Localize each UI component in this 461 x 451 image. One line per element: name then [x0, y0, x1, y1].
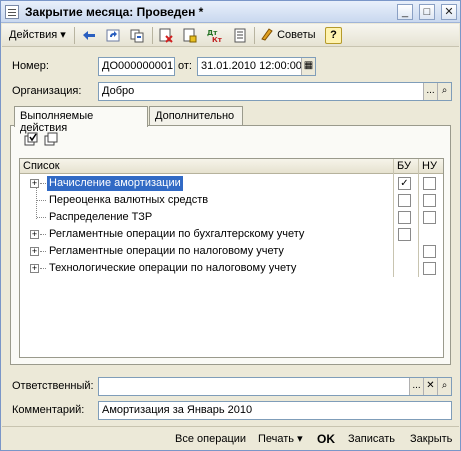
tree-connector: [40, 234, 46, 235]
comment-field[interactable]: Амортизация за Январь 2010: [98, 401, 452, 420]
tree-connector: [40, 183, 46, 184]
bu-checkbox[interactable]: ✓: [398, 177, 411, 190]
close-window-button[interactable]: ✕: [441, 4, 457, 20]
tab-actions[interactable]: Выполняемые действия: [14, 106, 148, 134]
nu-checkbox[interactable]: [423, 211, 436, 224]
responsible-label: Ответственный:: [12, 380, 94, 392]
nu-checkbox[interactable]: [423, 262, 436, 275]
column-header-list[interactable]: Список: [20, 159, 393, 174]
comment-label: Комментарий:: [12, 404, 85, 416]
tips-button[interactable]: Советы: [260, 27, 316, 44]
tree-connector: [37, 200, 46, 201]
table-row[interactable]: + Технологические операции по налоговому…: [20, 260, 443, 277]
tab-panel: Список БУ НУ + Начисление амортизации ✓ …: [10, 125, 451, 365]
date-field[interactable]: 31.01.2010 12:00:00 ▦: [197, 57, 316, 76]
bu-checkbox[interactable]: [398, 194, 411, 207]
tips-icon: [261, 28, 273, 41]
title-bar[interactable]: Закрытие месяца: Проведен * _ □ ✕: [1, 1, 460, 23]
tab-additional[interactable]: Дополнительно: [149, 106, 243, 126]
bottom-button-bar: Все операции Печать ▾ OK Записать Закрыт…: [2, 426, 459, 450]
document-window: Закрытие месяца: Проведен * _ □ ✕ Действ…: [0, 0, 461, 451]
tips-label: Советы: [277, 29, 316, 41]
column-header-nu[interactable]: НУ: [419, 159, 443, 174]
row-label: Технологические операции по налоговому у…: [49, 262, 297, 274]
delete-doc-icon[interactable]: [157, 27, 175, 44]
table-row[interactable]: + Начисление амортизации ✓: [20, 175, 443, 192]
table-row[interactable]: Распределение ТЗР: [20, 209, 443, 226]
table-row[interactable]: + Регламентные операции по бухгалтерском…: [20, 226, 443, 243]
row-label: Распределение ТЗР: [49, 211, 153, 223]
number-field[interactable]: ДО000000001: [98, 57, 175, 76]
table-row[interactable]: Переоценка валютных средств: [20, 192, 443, 209]
date-value: 31.01.2010 12:00:00: [201, 60, 302, 72]
search-icon[interactable]: ⌕: [437, 378, 451, 395]
tree-connector: [37, 217, 46, 218]
clear-icon[interactable]: ✕: [423, 378, 437, 395]
arrow-left-icon[interactable]: [80, 27, 98, 44]
document-icon: [5, 5, 19, 19]
row-label: Начисление амортизации: [47, 176, 183, 191]
expand-icon[interactable]: +: [30, 230, 39, 239]
expand-icon[interactable]: +: [30, 264, 39, 273]
number-label: Номер:: [12, 60, 49, 72]
row-label: Регламентные операции по налоговому учет…: [49, 245, 284, 257]
help-button[interactable]: ?: [325, 27, 342, 44]
row-label: Регламентные операции по бухгалтерскому …: [49, 228, 305, 240]
date-label: от:: [178, 60, 192, 72]
ok-button[interactable]: OK: [314, 431, 338, 448]
minimize-button[interactable]: _: [397, 4, 413, 20]
table-row[interactable]: + Регламентные операции по налоговому уч…: [20, 243, 443, 260]
report-icon[interactable]: [231, 27, 249, 44]
save-button[interactable]: Записать: [345, 431, 398, 448]
nu-checkbox[interactable]: [423, 177, 436, 190]
maximize-button[interactable]: □: [419, 4, 435, 20]
toolbar-separator: [74, 27, 75, 44]
toolbar: Действия ▾ Дт Кт Советы ?: [2, 24, 459, 47]
uncheck-all-icon[interactable]: [44, 132, 60, 146]
organization-label: Организация:: [12, 85, 82, 97]
tree-connector: [40, 251, 46, 252]
organization-value: Добро: [102, 85, 135, 97]
actions-menu-button[interactable]: Действия ▾: [5, 26, 70, 45]
row-label: Переоценка валютных средств: [49, 194, 209, 206]
copy-icon[interactable]: [128, 27, 146, 44]
tree-connector: [40, 268, 46, 269]
print-label: Печать: [258, 433, 295, 445]
svg-text:Кт: Кт: [212, 36, 222, 43]
post-doc-icon[interactable]: [181, 27, 199, 44]
close-button[interactable]: Закрыть: [407, 431, 455, 448]
responsible-field[interactable]: ... ✕ ⌕: [98, 377, 452, 396]
check-all-icon[interactable]: [24, 132, 40, 146]
table-header: Список БУ НУ: [20, 159, 443, 174]
column-header-bu[interactable]: БУ: [394, 159, 418, 174]
window-title: Закрытие месяца: Проведен *: [25, 5, 204, 19]
toolbar-separator: [152, 27, 153, 44]
chevron-down-icon: ▾: [297, 433, 303, 445]
all-operations-button[interactable]: Все операции: [172, 431, 249, 448]
select-ellipsis-button[interactable]: ...: [423, 83, 437, 100]
actions-label: Действия: [9, 29, 58, 41]
refresh-icon[interactable]: [104, 27, 122, 44]
bu-checkbox[interactable]: [398, 228, 411, 241]
bu-checkbox[interactable]: [398, 211, 411, 224]
operations-table: Список БУ НУ + Начисление амортизации ✓ …: [19, 158, 444, 358]
calendar-icon[interactable]: ▦: [301, 58, 315, 75]
chevron-down-icon: ▾: [60, 29, 66, 41]
expand-icon[interactable]: +: [30, 247, 39, 256]
nu-checkbox[interactable]: [423, 194, 436, 207]
nu-checkbox[interactable]: [423, 245, 436, 258]
organization-field[interactable]: Добро ... ⌕: [98, 82, 452, 101]
search-icon[interactable]: ⌕: [437, 83, 451, 100]
expand-icon[interactable]: +: [30, 179, 39, 188]
print-button[interactable]: Печать ▾: [255, 431, 306, 448]
select-ellipsis-button[interactable]: ...: [409, 378, 423, 395]
dt-kt-icon[interactable]: Дт Кт: [205, 27, 223, 44]
toolbar-separator: [254, 27, 255, 44]
